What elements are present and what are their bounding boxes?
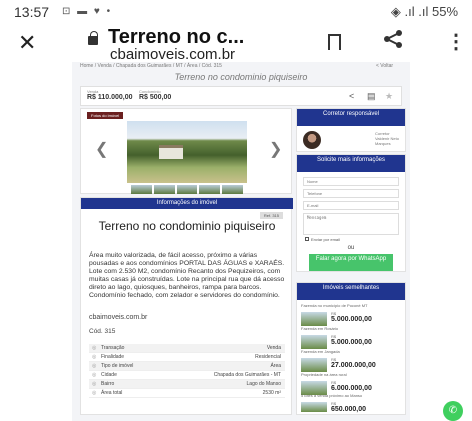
- phone-input[interactable]: [303, 189, 399, 198]
- close-icon[interactable]: ✕: [18, 30, 36, 56]
- gallery-tag: Fotos do imóvel: [87, 112, 124, 119]
- price-sale: R$ 110.000,00: [87, 94, 133, 101]
- back-link[interactable]: < Voltar: [376, 63, 393, 69]
- site-name: cbaimoveis.com.br: [89, 314, 148, 321]
- row-value: 2530 m²: [262, 390, 281, 396]
- whatsapp-button[interactable]: Falar agora por WhatsApp: [309, 254, 393, 271]
- photo-gallery[interactable]: Fotos do imóvel ❮ ❯: [80, 108, 292, 194]
- thumbnail[interactable]: [131, 185, 152, 194]
- agent-name: Corretor Valdenir Neto Marques: [375, 131, 399, 146]
- email-checkbox-label: Enviar por email: [311, 237, 340, 242]
- email-input[interactable]: [303, 201, 399, 210]
- page-url[interactable]: cbaimoveis.com.br: [110, 46, 235, 63]
- avatar: [303, 131, 321, 149]
- row-value: Lago do Manso: [246, 381, 281, 387]
- similar-thumb[interactable]: [301, 402, 327, 412]
- similar-price: 650.000,00: [331, 406, 367, 413]
- list-item[interactable]: Propriedade na área rural R$ 6.000.000,0…: [301, 372, 403, 395]
- email-checkbox[interactable]: [305, 237, 309, 241]
- prev-arrow-icon[interactable]: ❮: [95, 139, 108, 159]
- similar-thumb[interactable]: [301, 335, 327, 349]
- price-bar: Venda R$ 110.000,00 Condomínio R$ 500,00…: [80, 86, 402, 106]
- row-value: Residencial: [255, 354, 281, 360]
- agent-header: Corretor responsável: [297, 109, 405, 126]
- similar-caption: Fazenda no município de Poconé MT: [301, 303, 368, 308]
- list-item[interactable]: Fazenda em Rosário R$ 5.000.000,00: [301, 326, 403, 349]
- more-menu-icon[interactable]: ⋮: [446, 29, 466, 54]
- browser-toolbar: ✕ Terreno no c... cbaimoveis.com.br ⋮: [0, 24, 472, 64]
- similar-price: 5.000.000,00: [331, 316, 372, 323]
- row-key: Cidade: [92, 372, 117, 378]
- info-header: Informações do imóvel: [81, 198, 293, 209]
- status-icons: ⊡ ▬ ♥ •: [62, 6, 113, 17]
- property-code: Cód. 315: [89, 328, 116, 335]
- breadcrumb[interactable]: Home / Venda / Chapada dos Guimarães / M…: [80, 63, 222, 69]
- property-info: Informações do imóvel Ref. 315 Terreno n…: [80, 197, 293, 415]
- similar-caption: Fazenda em Jangada: [301, 349, 340, 354]
- details-table: Transação Venda Finalidade Residencial Tip…: [89, 344, 285, 398]
- ref-badge: Ref. 315: [259, 212, 283, 219]
- listing-heading: Terreno no condominio piquiseiro: [174, 72, 308, 82]
- similar-price: 6.000.000,00: [331, 385, 372, 392]
- thumbnail[interactable]: [153, 185, 175, 194]
- or-text: ou: [347, 245, 355, 251]
- bookmark-icon[interactable]: [328, 34, 341, 50]
- table-row: Transação Venda: [89, 344, 285, 353]
- print-icon[interactable]: ▤: [367, 91, 376, 102]
- thumbnail[interactable]: [199, 185, 221, 194]
- next-arrow-icon[interactable]: ❯: [269, 139, 282, 159]
- agent-card: Corretor responsável Corretor Valdenir N…: [296, 108, 406, 152]
- form-header: Solicite mais informações: [297, 155, 405, 172]
- similar-price: 27.000.000,00: [331, 362, 376, 369]
- row-value: Venda: [266, 345, 281, 351]
- share-icon[interactable]: [382, 29, 404, 55]
- row-key: Finalidade: [92, 354, 124, 360]
- table-row: Cidade Chapada dos Guimarães - MT: [89, 371, 285, 380]
- similar-caption: Propriedade na área rural: [301, 372, 347, 377]
- status-time: 13:57: [14, 4, 50, 20]
- similar-header: Imóveis semelhantes: [297, 283, 405, 300]
- lock-icon: [88, 31, 98, 45]
- table-row: Bairro Lago do Manso: [89, 380, 285, 389]
- contact-form: Solicite mais informações Enviar por ema…: [296, 154, 406, 272]
- thumbnail-strip[interactable]: [131, 185, 243, 194]
- message-textarea[interactable]: [303, 213, 399, 235]
- row-key: Transação: [92, 345, 125, 351]
- similar-listings: Imóveis semelhantes Fazenda no município…: [296, 282, 406, 415]
- photo-house: [159, 145, 183, 159]
- property-description: Área muito valorizada, de fácil acesso, …: [89, 252, 285, 299]
- property-title: Terreno no condominio piquiseiro: [98, 219, 276, 233]
- thumbnail[interactable]: [176, 185, 198, 194]
- status-battery: ◈ .ıl .ıl 55%: [390, 4, 458, 19]
- list-item[interactable]: 5 lotes à venda próximo ao Manso R$ 650.…: [301, 393, 403, 413]
- share-icon[interactable]: <: [349, 91, 354, 101]
- row-key: Tipo de imóvel: [92, 363, 133, 369]
- price-condo: R$ 500,00: [139, 94, 172, 101]
- similar-price: 5.000.000,00: [331, 339, 372, 346]
- row-value: Área: [270, 363, 281, 369]
- row-value: Chapada dos Guimarães - MT: [213, 372, 281, 378]
- status-bar: 13:57 ⊡ ▬ ♥ • ◈ .ıl .ıl 55%: [0, 0, 472, 24]
- similar-thumb[interactable]: [301, 358, 327, 372]
- property-photo[interactable]: [127, 121, 247, 183]
- row-key: Bairro: [92, 381, 115, 387]
- whatsapp-icon[interactable]: ✆: [443, 401, 463, 421]
- list-item[interactable]: Fazenda no município de Poconé MT R$ 5.0…: [301, 303, 403, 326]
- thumbnail[interactable]: [222, 185, 243, 194]
- star-icon[interactable]: ★: [385, 91, 393, 102]
- similar-thumb[interactable]: [301, 312, 327, 326]
- similar-caption: Fazenda em Rosário: [301, 326, 339, 331]
- table-row: Finalidade Residencial: [89, 353, 285, 362]
- list-item[interactable]: Fazenda em Jangada R$ 27.000.000,00: [301, 349, 403, 372]
- name-input[interactable]: [303, 177, 399, 186]
- similar-caption: 5 lotes à venda próximo ao Manso: [301, 393, 363, 398]
- table-row: Tipo de imóvel Área: [89, 362, 285, 371]
- table-row: Área total 2530 m²: [89, 389, 285, 398]
- row-key: Área total: [92, 390, 123, 396]
